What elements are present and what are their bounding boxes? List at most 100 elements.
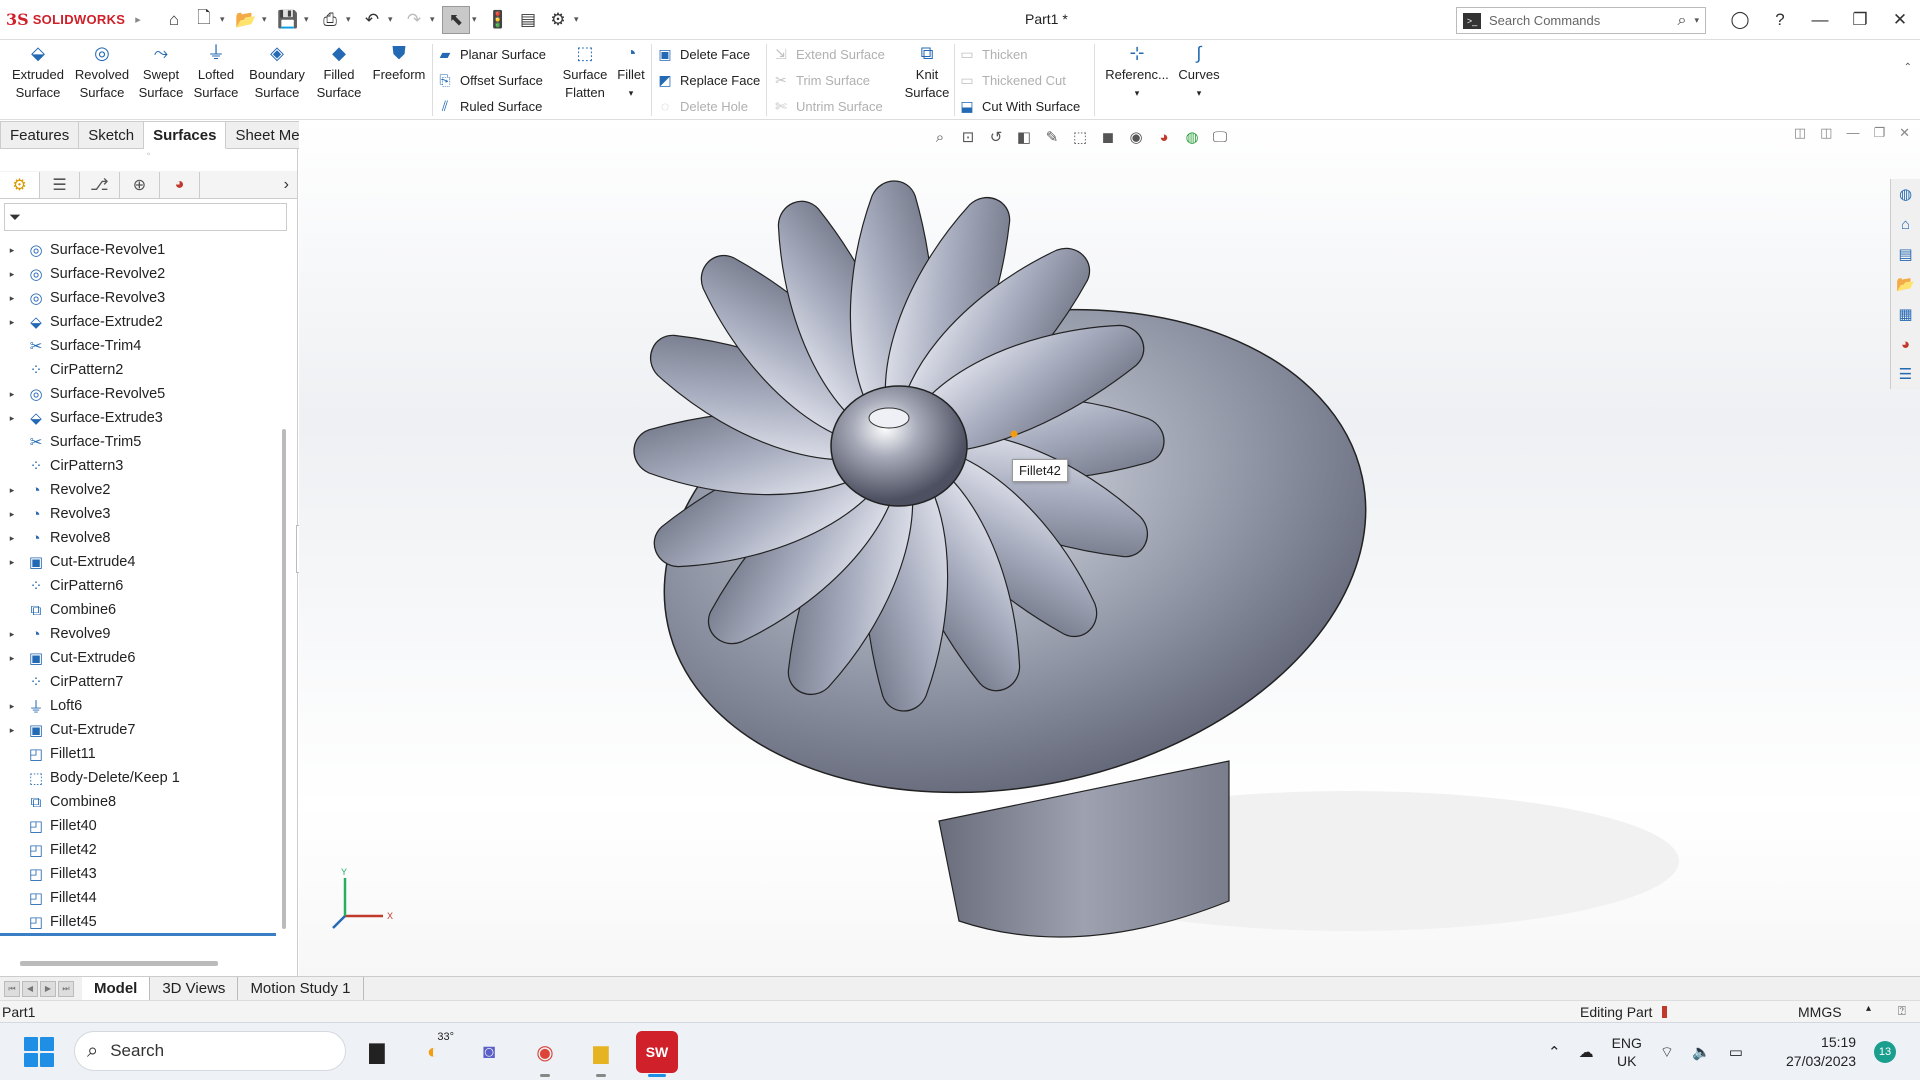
- teams-chat-icon[interactable]: ◙: [468, 1031, 510, 1073]
- untrim-surface-button[interactable]: ✄ Untrim Surface: [772, 94, 883, 118]
- knit-surface-button[interactable]: ⧉ Knit Surface: [898, 44, 956, 102]
- offset-surface-button[interactable]: ⎘ Offset Surface: [436, 68, 542, 92]
- expand-arrow-icon[interactable]: ▸: [0, 245, 24, 256]
- weather-widget-icon[interactable]: ◐ 33°: [412, 1031, 454, 1073]
- new-dropdown-icon[interactable]: ▾: [220, 14, 230, 25]
- tree-vertical-scrollbar[interactable]: [282, 429, 286, 929]
- solidworks-taskbar-icon[interactable]: SW: [636, 1031, 678, 1077]
- print-dropdown-icon[interactable]: ▾: [346, 14, 356, 25]
- filled-surface-button[interactable]: ◆ Filled Surface: [313, 44, 365, 102]
- appearances-icon[interactable]: ◕: [1891, 329, 1920, 359]
- feature-tree-item[interactable]: ▸ ▣ Cut-Extrude4: [0, 550, 280, 574]
- taskbar-search-box[interactable]: ⌕ Search: [74, 1031, 346, 1071]
- file-properties-icon[interactable]: ▤: [514, 6, 542, 34]
- curves-dropdown-icon[interactable]: ▾: [1174, 84, 1224, 102]
- print-icon[interactable]: ⎙: [316, 6, 344, 34]
- dimxpert-manager-tab-icon[interactable]: ⊕: [120, 171, 160, 198]
- feature-tree-item[interactable]: ◰ Fillet11: [0, 742, 280, 766]
- more-tabs-chevron-icon[interactable]: ›: [284, 176, 289, 194]
- last-tab-icon[interactable]: ⏭: [58, 980, 74, 997]
- rebuild-icon[interactable]: 🚦: [484, 6, 512, 34]
- feature-tree-item[interactable]: ✂ Surface-Trim4: [0, 334, 280, 358]
- expand-arrow-icon[interactable]: ▸: [0, 293, 24, 304]
- tab-sketch[interactable]: Sketch: [79, 121, 145, 149]
- home-icon[interactable]: ⌂: [160, 6, 188, 34]
- open-folder-task-icon[interactable]: 📂: [1891, 269, 1920, 299]
- feature-tree-item[interactable]: ⧉ Combine8: [0, 790, 280, 814]
- expand-arrow-icon[interactable]: ▸: [0, 701, 24, 712]
- extend-surface-button[interactable]: ⇲ Extend Surface: [772, 42, 885, 66]
- property-manager-tab-icon[interactable]: ☰: [40, 171, 80, 198]
- user-account-icon[interactable]: ◯: [1720, 10, 1760, 30]
- tree-filter-input[interactable]: ⏷: [4, 203, 287, 231]
- design-library-icon[interactable]: ⌂: [1891, 209, 1920, 239]
- feature-tree-item[interactable]: ▸ ▣ Cut-Extrude7: [0, 718, 280, 742]
- expand-arrow-icon[interactable]: ▸: [0, 725, 24, 736]
- extruded-surface-button[interactable]: ⬙ Extruded Surface: [8, 44, 68, 102]
- feature-tree-item[interactable]: ⁘ CirPattern7: [0, 670, 280, 694]
- selection-point[interactable]: [1010, 430, 1018, 438]
- reference-dropdown-icon[interactable]: ▾: [1100, 84, 1174, 102]
- save-dropdown-icon[interactable]: ▾: [304, 14, 314, 25]
- bottom-tab-model[interactable]: Model: [82, 976, 151, 1001]
- feature-tree-item[interactable]: ◰ Fillet40: [0, 814, 280, 838]
- boundary-surface-button[interactable]: ◈ Boundary Surface: [245, 44, 309, 102]
- menu-expand-icon[interactable]: ▸: [135, 13, 141, 26]
- rollback-bar[interactable]: [0, 933, 276, 936]
- reference-geometry-button[interactable]: ⊹ Referenc... ▾: [1100, 44, 1174, 102]
- taskbar-clock[interactable]: 15:19 27/03/2023: [1786, 1033, 1856, 1071]
- prev-tab-icon[interactable]: ◀: [22, 980, 38, 997]
- feature-tree-item[interactable]: ▸ ◔ Revolve9: [0, 622, 280, 646]
- feature-tree-item[interactable]: ✂ Surface-Trim5: [0, 430, 280, 454]
- feature-tree-item[interactable]: ▸ ◎ Surface-Revolve5: [0, 382, 280, 406]
- solidworks-logo[interactable]: 3S SOLIDWORKS ▸: [0, 10, 141, 29]
- feature-tree-item[interactable]: ▸ ◎ Surface-Revolve3: [0, 286, 280, 310]
- expand-arrow-icon[interactable]: ▸: [0, 269, 24, 280]
- unit-system-selector[interactable]: MMGS: [1798, 1004, 1842, 1020]
- curves-button[interactable]: ∫ Curves ▾: [1174, 44, 1224, 102]
- expand-arrow-icon[interactable]: ▸: [0, 389, 24, 400]
- redo-icon[interactable]: ↷: [400, 6, 428, 34]
- feature-tree-item[interactable]: ▸ ◔ Revolve2: [0, 478, 280, 502]
- display-manager-tab-icon[interactable]: ◕: [160, 171, 200, 198]
- feature-tree-item[interactable]: ◰ Fillet44: [0, 886, 280, 910]
- feature-tree-item[interactable]: ⁘ CirPattern3: [0, 454, 280, 478]
- save-icon[interactable]: 💾: [274, 6, 302, 34]
- feature-tree-item[interactable]: ⁘ CirPattern2: [0, 358, 280, 382]
- part-model-render[interactable]: [299, 121, 1920, 976]
- swept-surface-button[interactable]: ⤳ Swept Surface: [135, 44, 187, 102]
- search-dropdown-icon[interactable]: ▾: [1694, 15, 1705, 26]
- solidworks-resources-icon[interactable]: ◍: [1891, 179, 1920, 209]
- feature-tree-item[interactable]: ◰ Fillet43: [0, 862, 280, 886]
- select-dropdown-icon[interactable]: ▾: [472, 14, 482, 25]
- undo-dropdown-icon[interactable]: ▾: [388, 14, 398, 25]
- units-caret-icon[interactable]: ▴: [1866, 1003, 1871, 1014]
- rebuild-indicator-icon[interactable]: [1662, 1006, 1668, 1018]
- volume-icon[interactable]: 🔈: [1692, 1043, 1711, 1061]
- tab-surfaces[interactable]: Surfaces: [144, 121, 227, 149]
- help-icon[interactable]: ?: [1760, 10, 1800, 30]
- feature-tree-item[interactable]: ◰ Fillet42: [0, 838, 280, 862]
- notification-badge[interactable]: 13: [1874, 1041, 1896, 1063]
- feature-tree-item[interactable]: ◰ Fillet45: [0, 910, 280, 934]
- planar-surface-button[interactable]: ▰ Planar Surface: [436, 42, 546, 66]
- expand-arrow-icon[interactable]: ▸: [0, 509, 24, 520]
- surface-flatten-button[interactable]: ⬚ Surface Flatten: [558, 44, 612, 102]
- feature-tree-item[interactable]: ▸ ◔ Revolve3: [0, 502, 280, 526]
- chrome-icon[interactable]: ◉: [524, 1031, 566, 1077]
- feature-tree-item[interactable]: ▸ ⏚ Loft6: [0, 694, 280, 718]
- file-explorer-icon[interactable]: ▤: [1891, 239, 1920, 269]
- windows-start-icon[interactable]: [24, 1037, 54, 1067]
- redo-dropdown-icon[interactable]: ▾: [430, 14, 440, 25]
- first-tab-icon[interactable]: ⏮: [4, 980, 20, 997]
- graphics-viewport[interactable]: ⌕ ⊡ ↺ ◧ ✎ ⬚ ◼ ◉ ◕ ◍ 🖵 ◫ ◫ — ❐ ✕ Fillet42…: [299, 121, 1920, 976]
- panel-drag-handle[interactable]: ◦: [0, 149, 297, 171]
- ruled-surface-button[interactable]: ⫽ Ruled Surface: [436, 94, 543, 118]
- expand-arrow-icon[interactable]: ▸: [0, 533, 24, 544]
- feature-manager-tab-icon[interactable]: ⚙: [0, 171, 40, 198]
- options-dropdown-icon[interactable]: ▾: [574, 14, 584, 25]
- feature-tree-item[interactable]: ▸ ⬙ Surface-Extrude3: [0, 406, 280, 430]
- expand-arrow-icon[interactable]: ▸: [0, 413, 24, 424]
- tree-horizontal-scrollbar[interactable]: [20, 961, 218, 966]
- select-cursor-icon[interactable]: ⬉: [442, 5, 470, 34]
